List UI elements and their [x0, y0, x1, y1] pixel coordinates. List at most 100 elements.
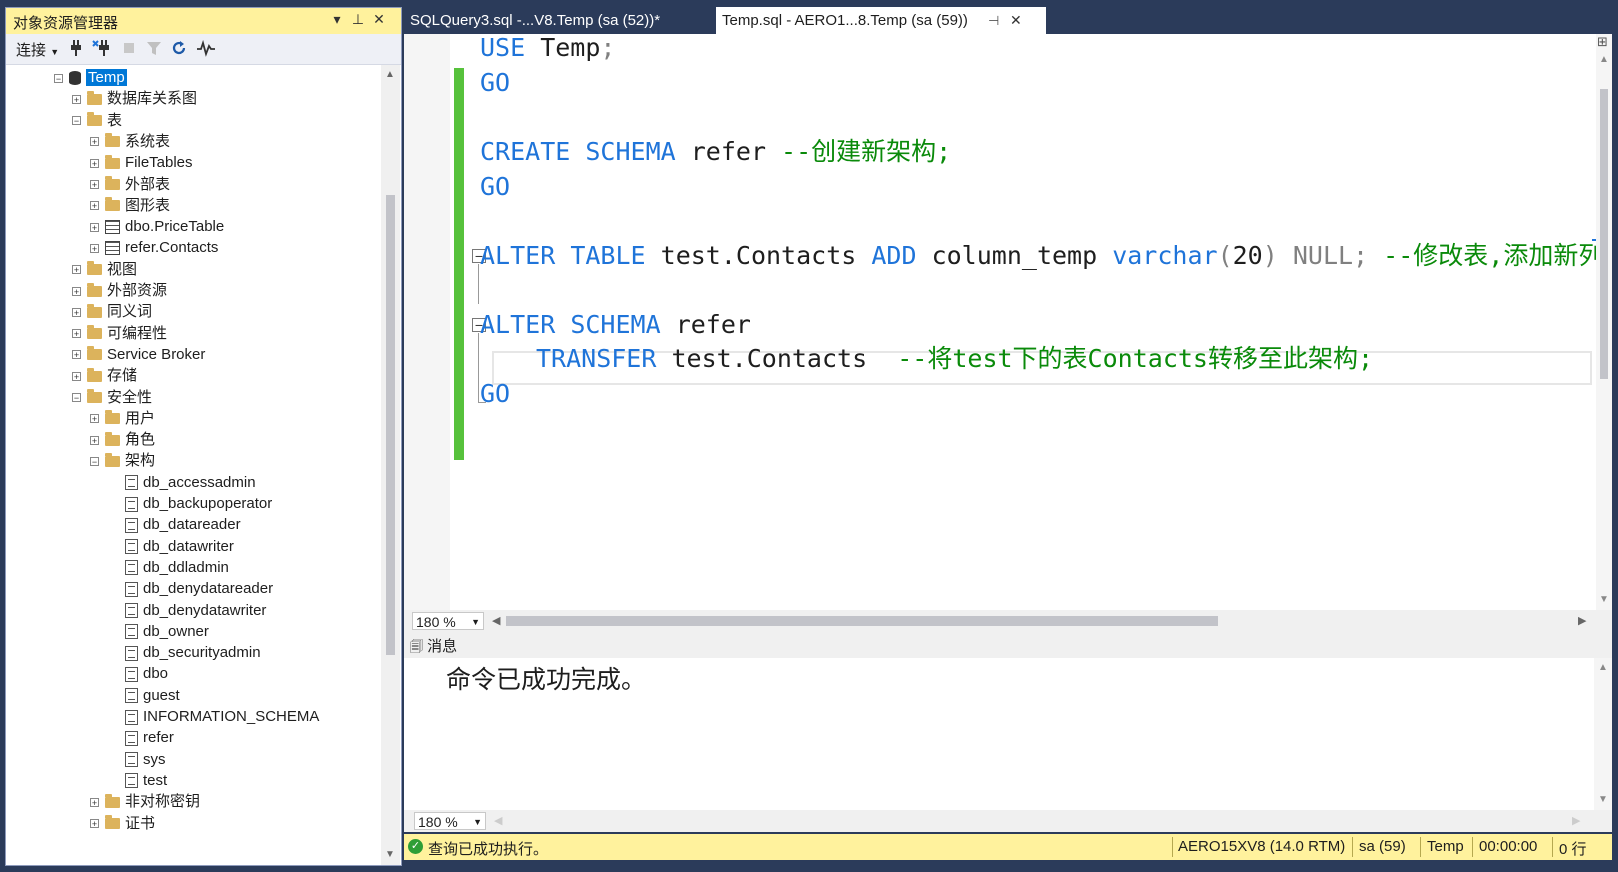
editor-vertical-scrollbar[interactable]: ⊞ ▲ ▼ [1596, 34, 1612, 610]
scroll-up-arrow-icon[interactable]: ▲ [385, 69, 395, 80]
stop-icon[interactable] [122, 39, 136, 61]
tree-node[interactable]: + FileTables [90, 152, 193, 174]
tab-messages[interactable]: 🗐 消息 [410, 635, 457, 660]
tree-expand-icon[interactable]: + [90, 158, 99, 168]
tree-expand-icon[interactable]: + [90, 797, 99, 807]
tree-node[interactable]: db_denydatawriter [110, 600, 266, 622]
tab-pin-icon[interactable]: ⊣ [988, 7, 999, 34]
scroll-right-arrow-icon[interactable]: ▶ [1572, 814, 1580, 827]
scroll-up-arrow-icon[interactable]: ▲ [1599, 54, 1609, 65]
tree-expand-icon[interactable]: + [90, 819, 99, 829]
tree-node[interactable]: + Service Broker [72, 344, 205, 366]
status-user: sa (59) [1359, 838, 1406, 855]
tree-node[interactable]: + 数据库关系图 [72, 88, 197, 110]
editor-zoom-select[interactable]: 180 % ▼ [412, 612, 484, 630]
messages-panel[interactable]: 命令已成功完成。 [404, 658, 1594, 810]
object-explorer-scrollbar[interactable]: ▲ ▼ [381, 65, 400, 865]
tree-node[interactable]: + 外部资源 [72, 280, 167, 302]
tree-expand-icon[interactable]: + [90, 243, 99, 253]
tree-collapse-icon[interactable]: − [54, 73, 63, 83]
tree-node[interactable]: + 角色 [90, 429, 155, 451]
tree-node[interactable]: guest [110, 685, 180, 707]
tree-expand-icon[interactable]: + [90, 414, 99, 424]
tree-node[interactable]: − 表 [72, 110, 122, 132]
tree-node[interactable]: refer [110, 727, 174, 749]
object-explorer-titlebar: 对象资源管理器 ▾ ⊥ ✕ [6, 8, 401, 35]
scroll-down-arrow-icon[interactable]: ▼ [385, 849, 395, 860]
tree-expand-icon[interactable]: + [72, 350, 81, 360]
tree-expand-icon[interactable]: + [72, 265, 81, 275]
object-explorer-title: 对象资源管理器 [13, 15, 119, 32]
refresh-icon[interactable] [170, 39, 188, 61]
tree-node[interactable]: db_owner [110, 621, 209, 643]
scroll-down-arrow-icon[interactable]: ▼ [1599, 594, 1609, 605]
tree-node[interactable]: + dbo.PriceTable [90, 216, 224, 238]
tree-node[interactable]: + 可编程性 [72, 323, 167, 345]
sql-keyword: ALTER [480, 241, 556, 270]
tree-expand-icon[interactable]: + [72, 329, 81, 339]
tree-node[interactable]: db_backupoperator [110, 493, 272, 515]
tree-node[interactable]: test [110, 770, 167, 792]
tree-node[interactable]: + 非对称密钥 [90, 791, 200, 813]
tree-node[interactable]: db_datareader [110, 514, 241, 536]
tree-collapse-icon[interactable]: − [72, 393, 81, 403]
tree-expand-icon[interactable]: + [72, 307, 81, 317]
tree-node[interactable]: INFORMATION_SCHEMA [110, 706, 319, 728]
scroll-right-arrow-icon[interactable]: ▶ [1578, 614, 1586, 627]
tree-node[interactable]: db_denydatareader [110, 578, 273, 600]
tree-node[interactable]: db_accessadmin [110, 472, 256, 494]
messages-scrollbar[interactable]: ▲ ▼ [1594, 658, 1612, 810]
pin-icon[interactable]: ⊥ [349, 11, 367, 28]
tree-node[interactable]: db_ddladmin [110, 557, 229, 579]
messages-zoom-select[interactable]: 180 % ▼ [414, 812, 486, 830]
change-bar [454, 68, 464, 102]
tree-collapse-icon[interactable]: − [90, 456, 99, 466]
tree-node[interactable]: db_securityadmin [110, 642, 261, 664]
tree-node[interactable]: + 存储 [72, 365, 137, 387]
tree-expand-icon[interactable]: + [90, 137, 99, 147]
scroll-up-arrow-icon[interactable]: ▲ [1598, 662, 1608, 673]
tree-node[interactable]: db_datawriter [110, 536, 234, 558]
tree-node[interactable]: + 用户 [90, 408, 155, 430]
tree-node[interactable]: + 证书 [90, 813, 155, 835]
status-bar: ✓ 查询已成功执行。 AERO15XV8 (14.0 RTM) sa (59) … [404, 834, 1612, 860]
tree-node[interactable]: − 架构 [90, 450, 155, 472]
tree-expand-icon[interactable]: + [90, 180, 99, 190]
tree-node[interactable]: sys [110, 749, 166, 771]
tab-temp-sql[interactable]: Temp.sql - AERO1...8.Temp (sa (59)) ⊣ ✕ [716, 7, 1046, 34]
activity-monitor-icon[interactable] [196, 39, 216, 61]
horizontal-scrollbar-thumb[interactable] [506, 616, 1218, 626]
split-icon[interactable]: ⊞ [1597, 34, 1608, 50]
scroll-left-arrow-icon[interactable]: ◀ [494, 814, 502, 827]
tree-node[interactable]: − 安全性 [72, 387, 152, 409]
tree-expand-icon[interactable]: + [72, 286, 81, 296]
query-editor[interactable]: − − USE Temp; GO CREATE SCHEMA refer --创… [404, 33, 1612, 610]
connect-plug-icon[interactable] [68, 39, 84, 61]
window-position-dropdown[interactable]: ▾ [328, 11, 346, 28]
tree-expand-icon[interactable]: + [90, 222, 99, 232]
scroll-down-arrow-icon[interactable]: ▼ [1598, 794, 1608, 805]
tree-collapse-icon[interactable]: − [72, 116, 81, 126]
filter-icon[interactable] [146, 39, 162, 61]
tree-node[interactable]: + 视图 [72, 259, 137, 281]
connect-button[interactable]: 连接 ▼ [16, 39, 59, 60]
tab-sqlquery3[interactable]: SQLQuery3.sql -...V8.Temp (sa (52))* [404, 7, 720, 34]
tree-expand-icon[interactable]: + [90, 435, 99, 445]
disconnect-icon[interactable] [92, 39, 112, 61]
tree-node[interactable]: + 系统表 [90, 131, 170, 153]
tree-node[interactable]: + refer.Contacts [90, 237, 218, 259]
tree-node[interactable]: − Temp [54, 67, 127, 89]
close-icon[interactable]: ✕ [370, 11, 388, 28]
tab-close-icon[interactable]: ✕ [1010, 7, 1022, 34]
tree-expand-icon[interactable]: + [72, 371, 81, 381]
tree-expand-icon[interactable]: + [72, 94, 81, 104]
tree-node[interactable]: + 图形表 [90, 195, 170, 217]
tree-node[interactable]: + 同义词 [72, 301, 152, 323]
tree-node[interactable]: + 外部表 [90, 174, 170, 196]
scrollbar-thumb[interactable] [1600, 89, 1608, 379]
scrollbar-thumb[interactable] [386, 195, 395, 655]
scroll-left-arrow-icon[interactable]: ◀ [492, 614, 500, 627]
tree-node[interactable]: dbo [110, 663, 168, 685]
tree-expand-icon[interactable]: + [90, 201, 99, 211]
